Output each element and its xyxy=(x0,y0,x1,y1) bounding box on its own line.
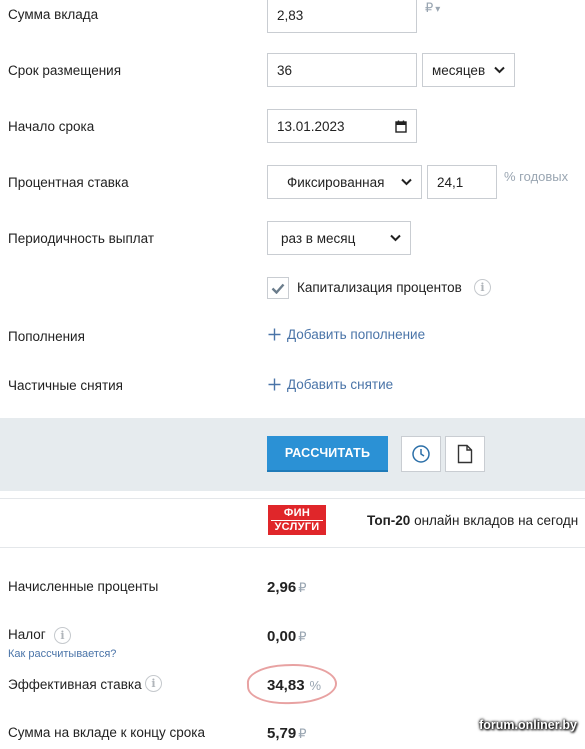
start-date-value: 13.01.2023 xyxy=(277,118,345,134)
deposit-amount-label: Сумма вклада xyxy=(8,7,99,22)
payout-frequency-label: Периодичность выплат xyxy=(8,231,155,246)
banner-rest-text: онлайн вкладов на сегодн xyxy=(410,513,579,528)
add-topup-link[interactable]: Добавить пополнение xyxy=(268,327,425,342)
logo-line1: ФИН xyxy=(283,507,311,519)
chevron-down-icon xyxy=(390,234,401,242)
finuslugi-logo: ФИН УСЛУГИ xyxy=(268,505,326,535)
plus-icon xyxy=(268,328,281,341)
start-date-input[interactable]: 13.01.2023 xyxy=(267,109,417,143)
rate-type-value: Фиксированная xyxy=(287,174,385,190)
tax-number: 0,00 xyxy=(267,628,297,645)
final-amount-value: 5,79 ₽ xyxy=(267,725,306,742)
calendar-icon[interactable] xyxy=(395,120,407,133)
final-amount-number: 5,79 xyxy=(267,725,297,742)
clock-icon xyxy=(412,445,430,463)
add-withdrawal-text: Добавить снятие xyxy=(287,377,394,392)
term-unit-value: месяцев xyxy=(432,62,486,78)
term-input[interactable]: 36 xyxy=(267,53,417,87)
capitalization-label: Капитализация процентов xyxy=(297,280,462,295)
watermark: forum.onliner.by xyxy=(479,718,577,732)
rate-unit-label: % годовых xyxy=(504,169,569,184)
term-unit-select[interactable]: месяцев xyxy=(422,53,515,87)
deposit-amount-input[interactable]: 2,83 xyxy=(267,0,417,33)
add-topup-text: Добавить пополнение xyxy=(287,327,426,342)
deposit-amount-value: 2,83 xyxy=(277,8,304,23)
capitalization-checkbox[interactable] xyxy=(267,277,289,299)
plus-icon xyxy=(268,378,281,391)
term-value: 36 xyxy=(277,62,293,78)
chevron-down-icon xyxy=(494,66,505,74)
history-button[interactable] xyxy=(401,436,441,472)
rate-type-select[interactable]: Фиксированная xyxy=(267,165,422,199)
currency-symbol: ₽ xyxy=(298,629,307,644)
chevron-down-icon xyxy=(401,178,412,186)
currency-symbol: ₽ xyxy=(298,580,307,595)
final-amount-label: Сумма на вкладе к концу срока xyxy=(8,725,206,740)
interest-accrued-number: 2,96 xyxy=(267,579,297,596)
info-icon[interactable]: i xyxy=(54,627,71,644)
rate-value-input[interactable]: 24,1 xyxy=(427,165,497,199)
info-icon[interactable]: i xyxy=(474,279,491,296)
withdrawals-label: Частичные снятия xyxy=(8,378,123,393)
payout-frequency-select[interactable]: раз в месяц xyxy=(267,221,411,255)
effective-rate-label: Эффективная ставка xyxy=(8,677,142,692)
interest-accrued-value: 2,96 ₽ xyxy=(267,579,306,596)
interest-rate-label: Процентная ставка xyxy=(8,175,129,190)
start-date-label: Начало срока xyxy=(8,119,95,134)
checkmark-icon xyxy=(271,283,285,294)
interest-accrued-label: Начисленные проценты xyxy=(8,579,159,594)
add-withdrawal-link[interactable]: Добавить снятие xyxy=(268,377,393,392)
export-button[interactable] xyxy=(445,436,485,472)
currency-dropdown[interactable]: ₽ ▾ xyxy=(425,0,440,16)
currency-symbol: ₽ xyxy=(425,0,434,15)
rate-value: 24,1 xyxy=(437,174,464,190)
tax-value: 0,00 ₽ xyxy=(267,628,306,645)
info-icon[interactable]: i xyxy=(145,675,162,692)
chevron-down-icon: ▾ xyxy=(435,4,441,15)
calculate-button[interactable]: РАССЧИТАТЬ xyxy=(267,436,388,472)
payout-frequency-value: раз в месяц xyxy=(281,230,356,246)
term-label: Срок размещения xyxy=(8,63,122,78)
tax-calculation-link[interactable]: Как рассчитывается? xyxy=(8,648,116,660)
document-icon xyxy=(457,444,473,464)
tax-label: Налог xyxy=(8,627,46,642)
highlight-circle xyxy=(246,662,338,706)
banner-bold-text: Топ-20 xyxy=(367,513,411,528)
logo-line2: УСЛУГИ xyxy=(271,520,323,534)
currency-symbol: ₽ xyxy=(298,726,307,741)
banner-text: Топ-20 онлайн вкладов на сегодн xyxy=(367,513,578,528)
topups-label: Пополнения xyxy=(8,329,85,344)
